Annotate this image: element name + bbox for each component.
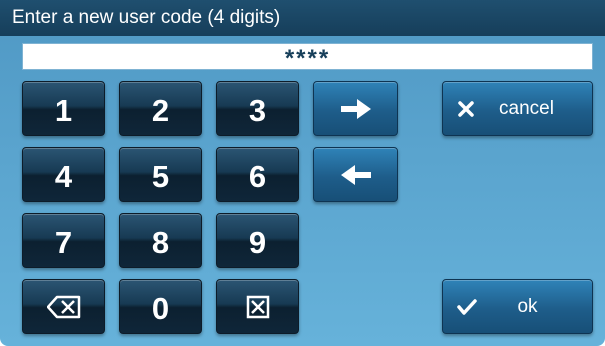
back-button[interactable] bbox=[313, 147, 398, 202]
dialog-title: Enter a new user code (4 digits) bbox=[0, 0, 605, 36]
key-6-button[interactable]: 6 bbox=[216, 147, 299, 202]
key-1-button[interactable]: 1 bbox=[22, 81, 105, 136]
key-label: 0 bbox=[151, 290, 170, 326]
key-label: 1 bbox=[54, 92, 73, 128]
code-entry-screen: Enter a new user code (4 digits) **** 1 … bbox=[0, 0, 605, 346]
key-label: 5 bbox=[151, 158, 170, 194]
key-label: 3 bbox=[248, 92, 267, 128]
arrow-left-icon bbox=[339, 163, 373, 187]
key-label: 8 bbox=[151, 224, 170, 260]
cancel-label: cancel bbox=[499, 97, 554, 119]
arrow-right-icon bbox=[339, 97, 373, 121]
key-3-button[interactable]: 3 bbox=[216, 81, 299, 136]
key-label: 6 bbox=[248, 158, 267, 194]
user-code-field[interactable]: **** bbox=[22, 43, 593, 72]
key-8-button[interactable]: 8 bbox=[119, 213, 202, 268]
key-label: 4 bbox=[54, 158, 73, 194]
cancel-button[interactable]: cancel bbox=[442, 81, 593, 136]
ok-button[interactable]: ok bbox=[442, 279, 593, 334]
key-0-button[interactable]: 0 bbox=[119, 279, 202, 334]
close-icon bbox=[457, 100, 475, 118]
key-2-button[interactable]: 2 bbox=[119, 81, 202, 136]
key-7-button[interactable]: 7 bbox=[22, 213, 105, 268]
key-label: 2 bbox=[151, 92, 170, 128]
checkmark-icon bbox=[457, 298, 477, 316]
backspace-icon bbox=[46, 295, 81, 319]
key-5-button[interactable]: 5 bbox=[119, 147, 202, 202]
key-4-button[interactable]: 4 bbox=[22, 147, 105, 202]
key-9-button[interactable]: 9 bbox=[216, 213, 299, 268]
clear-button[interactable] bbox=[216, 279, 299, 334]
key-label: 9 bbox=[248, 224, 267, 260]
clear-icon bbox=[246, 295, 270, 319]
key-label: 7 bbox=[54, 224, 73, 260]
next-button[interactable] bbox=[313, 81, 398, 136]
ok-label: ok bbox=[517, 295, 538, 317]
backspace-button[interactable] bbox=[22, 279, 105, 334]
